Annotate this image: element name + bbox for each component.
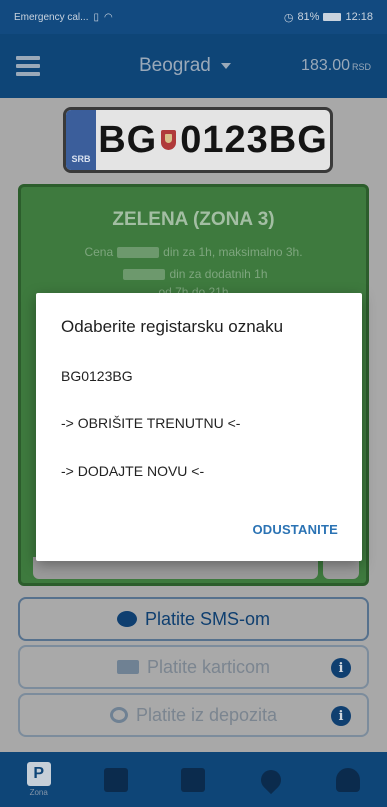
nav-item-map[interactable] [247,765,295,794]
wallet-icon [181,767,206,792]
bottom-nav: P Zona [0,752,387,807]
plate-country-code: SRB [71,154,91,164]
status-bar: Emergency cal... ▯ ◠ ◷ 81% 12:18 [0,0,387,34]
status-right: ◷ 81% 12:18 [284,11,373,24]
pay-sms-label: Platite SMS-om [144,608,271,629]
nav-item-profile[interactable] [324,767,372,792]
nav-item-wallet[interactable] [169,767,217,792]
coins-icon [109,707,128,723]
pay-deposit-label: Platite iz depozita [135,704,278,725]
balance-amount: 183.00 [301,57,350,74]
status-time: 12:18 [345,11,373,23]
app-bar: Beograd 183.00 RSD [0,34,387,98]
garage-icon [104,767,129,792]
license-plate[interactable]: SRB BG 0123BG [63,107,333,173]
dialog-title: Odaberite registarsku oznaku [61,317,284,336]
zone-price-line: Cena din za 1h, maksimalno 3h. [21,245,366,259]
balance: 183.00 RSD [301,57,371,75]
wifi-icon: ◠ [104,11,113,23]
chevron-down-icon [220,63,231,69]
battery-percent: 81% [297,11,320,23]
dialog-option-delete[interactable]: -> OBRIŠITE TRENUTNU <- [61,415,240,431]
user-icon [336,767,361,792]
chat-icon [116,611,137,627]
plate-text-right: 0123BG [180,118,328,161]
pay-deposit-button[interactable]: Platite iz depozita i [18,693,369,737]
info-icon[interactable]: i [331,706,351,726]
pay-card-button[interactable]: Platite karticom i [18,645,369,689]
select-plate-dialog: Odaberite registarsku oznaku BG0123BG ->… [36,293,362,561]
status-left: Emergency cal... ▯ ◠ [14,12,284,23]
location-pin-icon [256,765,286,794]
dialog-option-add[interactable]: -> DODAJTE NOVU <- [61,463,204,479]
price-redacted [123,269,166,281]
balance-currency: RSD [351,62,371,72]
info-icon[interactable]: i [331,658,351,678]
nav-item-garage[interactable] [92,767,140,792]
zone-extra-line: din za dodatnih 1h [21,267,366,281]
city-label: Beograd [139,55,211,76]
zone-title: ZELENA (ZONA 3) [112,209,275,230]
plate-country-strip: SRB [66,110,96,170]
zone-extra-text: din za dodatnih 1h [169,267,268,281]
plate-number: BG 0123BG [96,110,330,170]
sim-icon: ▯ [93,11,99,23]
price-redacted [117,247,160,259]
parking-icon: P [26,762,51,786]
dialog-option-plate[interactable]: BG0123BG [61,368,133,384]
nav-zone-label: Zona [29,788,48,797]
pay-card-label: Platite karticom [146,656,271,677]
coat-of-arms-icon [161,130,177,150]
zone-price-prefix: Cena [84,245,114,259]
alarm-icon: ◷ [283,11,294,24]
battery-icon [323,13,342,21]
pay-sms-button[interactable]: Platite SMS-om [18,597,369,641]
cancel-button[interactable]: ODUSTANITE [252,522,338,537]
city-selector[interactable]: Beograd [139,55,231,77]
nav-item-zone[interactable]: P Zona [15,762,63,797]
zone-price-suffix: din za 1h, maksimalno 3h. [163,245,303,259]
status-text: Emergency cal... [14,11,89,23]
menu-icon[interactable] [16,56,40,76]
credit-card-icon [116,660,139,674]
plate-text-left: BG [98,118,158,161]
